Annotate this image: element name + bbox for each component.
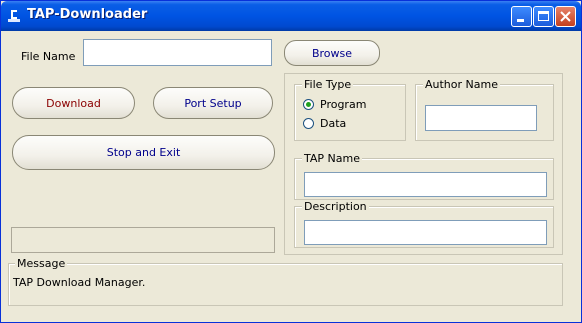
browse-button[interactable]: Browse [284, 40, 380, 66]
program-radio-label[interactable]: Program [320, 98, 366, 111]
progress-panel [11, 227, 275, 253]
description-input[interactable] [304, 220, 547, 245]
data-radio[interactable] [303, 118, 314, 129]
program-radio[interactable] [303, 99, 314, 110]
title-bar[interactable]: TAP-Downloader [1, 1, 581, 31]
close-icon [560, 11, 571, 22]
description-legend: Description [302, 200, 369, 213]
tap-name-legend: TAP Name [302, 152, 362, 165]
message-legend: Message [15, 257, 68, 270]
minimize-icon [517, 19, 524, 22]
tap-name-group: TAP Name [294, 152, 554, 200]
app-icon[interactable] [7, 8, 21, 23]
description-group: Description [294, 200, 554, 248]
file-name-label: File Name [21, 50, 76, 63]
message-text: TAP Download Manager. [13, 276, 146, 289]
port-setup-button[interactable]: Port Setup [153, 87, 273, 119]
window-title: TAP-Downloader [27, 7, 148, 22]
message-group: Message TAP Download Manager. [8, 257, 563, 306]
author-name-group: Author Name [415, 78, 554, 141]
download-button[interactable]: Download [12, 87, 135, 119]
radio-selected-dot [306, 102, 311, 107]
maximize-icon [538, 11, 549, 21]
file-type-legend: File Type [302, 78, 354, 91]
author-name-legend: Author Name [423, 78, 500, 91]
data-radio-label[interactable]: Data [320, 117, 346, 130]
stop-and-exit-button[interactable]: Stop and Exit [12, 135, 275, 170]
file-type-group: File Type Program Data [294, 78, 406, 141]
minimize-button[interactable] [511, 6, 532, 27]
tap-name-input[interactable] [304, 172, 547, 197]
main-window: TAP-Downloader File Name Browse Download… [0, 0, 582, 323]
author-name-input[interactable] [425, 105, 537, 131]
file-name-input[interactable] [83, 39, 272, 66]
close-button[interactable] [555, 6, 576, 27]
maximize-button[interactable] [533, 6, 554, 27]
